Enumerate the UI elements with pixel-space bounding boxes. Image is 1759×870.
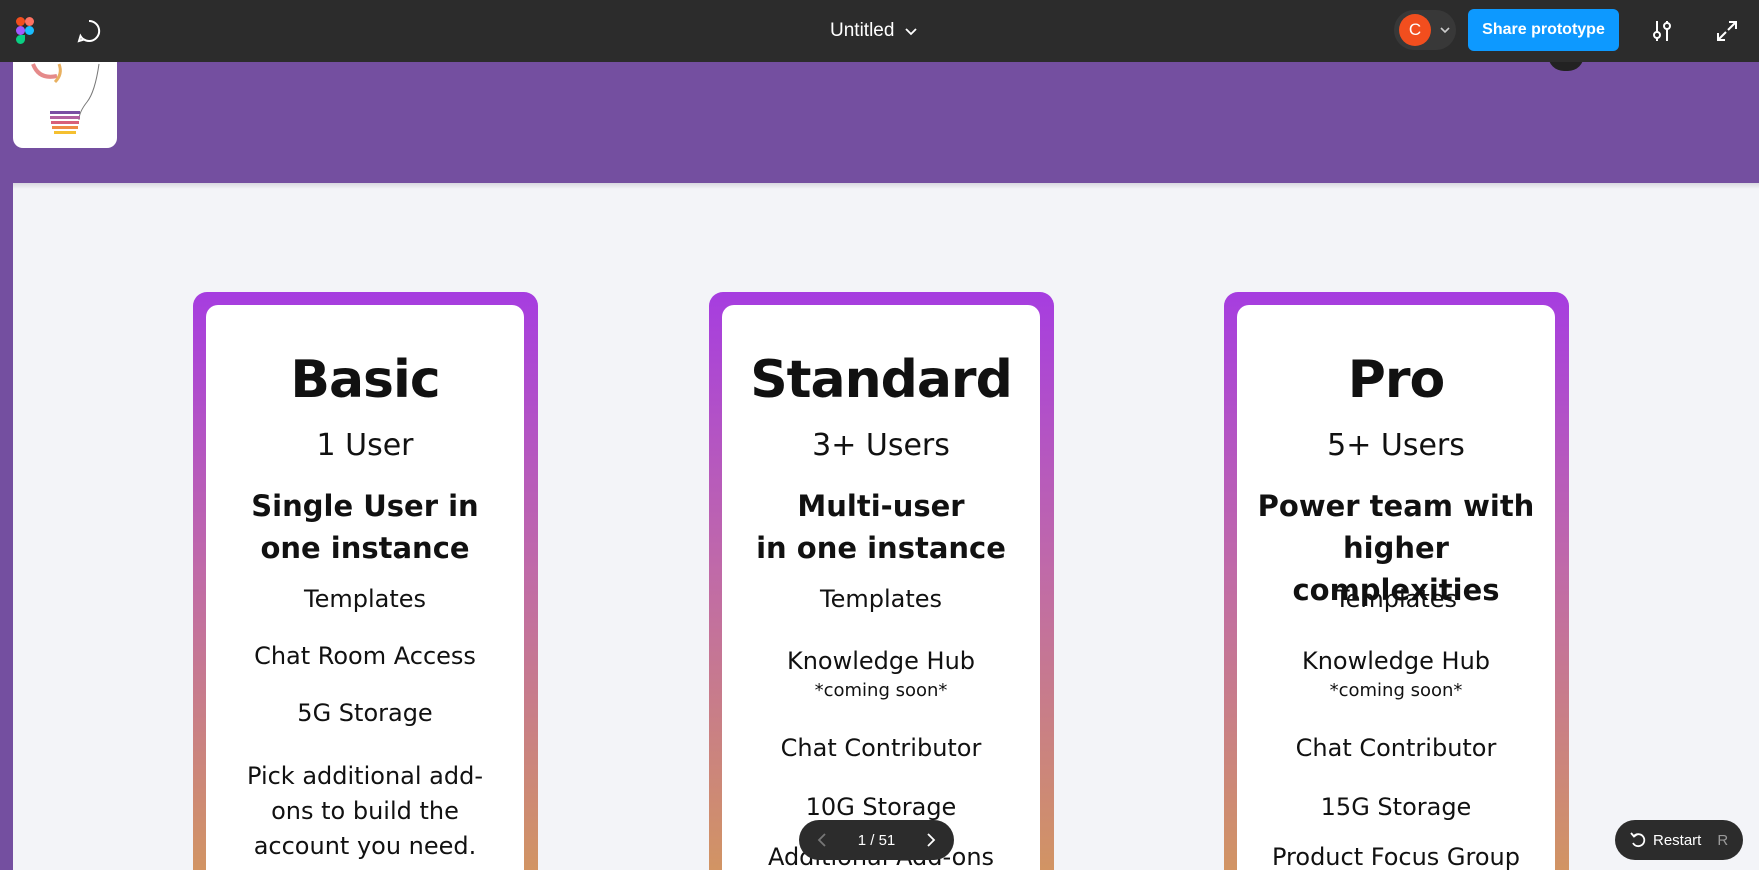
avatar: C bbox=[1399, 14, 1431, 46]
user-menu[interactable]: C bbox=[1394, 10, 1456, 50]
plan-title: Basic bbox=[290, 350, 440, 410]
comment-icon[interactable] bbox=[76, 18, 102, 44]
plan-card-body: Basic 1 User Single User in one instance… bbox=[206, 305, 524, 870]
plan-tagline: Single User in one instance bbox=[206, 485, 524, 569]
plan-feature-note: *coming soon* bbox=[814, 680, 948, 701]
plan-tagline-line: Multi-user bbox=[797, 489, 965, 523]
frame-counter: 1 / 51 bbox=[857, 831, 896, 849]
next-frame-button[interactable] bbox=[922, 831, 940, 849]
plan-card-body: Pro 5+ Users Power team with higher comp… bbox=[1237, 305, 1555, 870]
plan-feature: Chat Contributor bbox=[780, 734, 982, 762]
expand-icon[interactable] bbox=[1714, 18, 1740, 44]
plan-title: Pro bbox=[1347, 350, 1445, 410]
plan-feature: 15G Storage bbox=[1320, 793, 1472, 821]
divider-shadow bbox=[13, 183, 1759, 189]
settings-sliders-icon[interactable] bbox=[1649, 18, 1675, 44]
plan-users: 5+ Users bbox=[1327, 428, 1465, 463]
share-prototype-button[interactable]: Share prototype bbox=[1468, 9, 1619, 51]
frame-pager: 1 / 51 bbox=[799, 820, 954, 860]
restart-label: Restart bbox=[1653, 831, 1702, 849]
plan-card-basic[interactable]: Basic 1 User Single User in one instance… bbox=[193, 292, 538, 870]
plan-tagline-line: one instance bbox=[260, 531, 470, 565]
restart-shortcut-key: R bbox=[1717, 831, 1729, 849]
plan-feature: Templates bbox=[1334, 585, 1457, 613]
plan-feature: Chat Room Access bbox=[254, 642, 476, 670]
plan-title: Standard bbox=[750, 350, 1013, 410]
plan-tagline-line: in one instance bbox=[756, 531, 1006, 565]
plan-feature-note: *coming soon* bbox=[1329, 680, 1463, 701]
plan-feature-label: Knowledge Hub bbox=[1301, 647, 1491, 675]
plan-feature: 5G Storage bbox=[297, 699, 433, 727]
previous-frame-button[interactable] bbox=[813, 831, 831, 849]
chevron-left-icon bbox=[817, 833, 826, 847]
plan-feature: Templates bbox=[303, 585, 426, 613]
figma-logo-icon[interactable] bbox=[16, 17, 34, 45]
plan-feature: Pick additional add-ons to build the acc… bbox=[247, 762, 483, 860]
prototype-toolbar: Untitled C Share prototype bbox=[0, 0, 1759, 62]
plan-tagline-line: Power team with bbox=[1257, 489, 1535, 523]
chevron-down-icon bbox=[1440, 27, 1450, 34]
lightbulb-logo[interactable] bbox=[13, 62, 117, 148]
plan-tagline-line: Single User in bbox=[251, 489, 479, 523]
plan-card-body: Standard 3+ Users Multi-user in one inst… bbox=[722, 305, 1040, 870]
plan-users: 1 User bbox=[316, 428, 414, 463]
plan-feature: Knowledge Hub *coming soon* bbox=[722, 644, 1040, 703]
chevron-right-icon bbox=[927, 833, 936, 847]
plan-feature: Knowledge Hub *coming soon* bbox=[1237, 644, 1555, 703]
plan-users: 3+ Users bbox=[812, 428, 950, 463]
prototype-header-band bbox=[0, 62, 1759, 183]
plan-feature: Chat Contributor bbox=[1295, 734, 1497, 762]
plan-card-standard[interactable]: Standard 3+ Users Multi-user in one inst… bbox=[709, 292, 1054, 870]
plan-feature: Templates bbox=[819, 585, 942, 613]
plan-card-pro[interactable]: Pro 5+ Users Power team with higher comp… bbox=[1224, 292, 1569, 870]
restart-icon bbox=[1630, 832, 1646, 848]
restart-button[interactable]: Restart R bbox=[1615, 820, 1743, 860]
file-title: Untitled bbox=[830, 20, 895, 41]
chevron-down-icon bbox=[905, 28, 918, 36]
plan-feature: Product Focus Group bbox=[1272, 843, 1520, 870]
plan-tagline: Multi-user in one instance bbox=[722, 485, 1040, 569]
lightbulb-logo-icon bbox=[31, 63, 100, 134]
file-title-menu[interactable]: Untitled bbox=[830, 18, 918, 44]
plan-feature-label: Knowledge Hub bbox=[786, 647, 976, 675]
